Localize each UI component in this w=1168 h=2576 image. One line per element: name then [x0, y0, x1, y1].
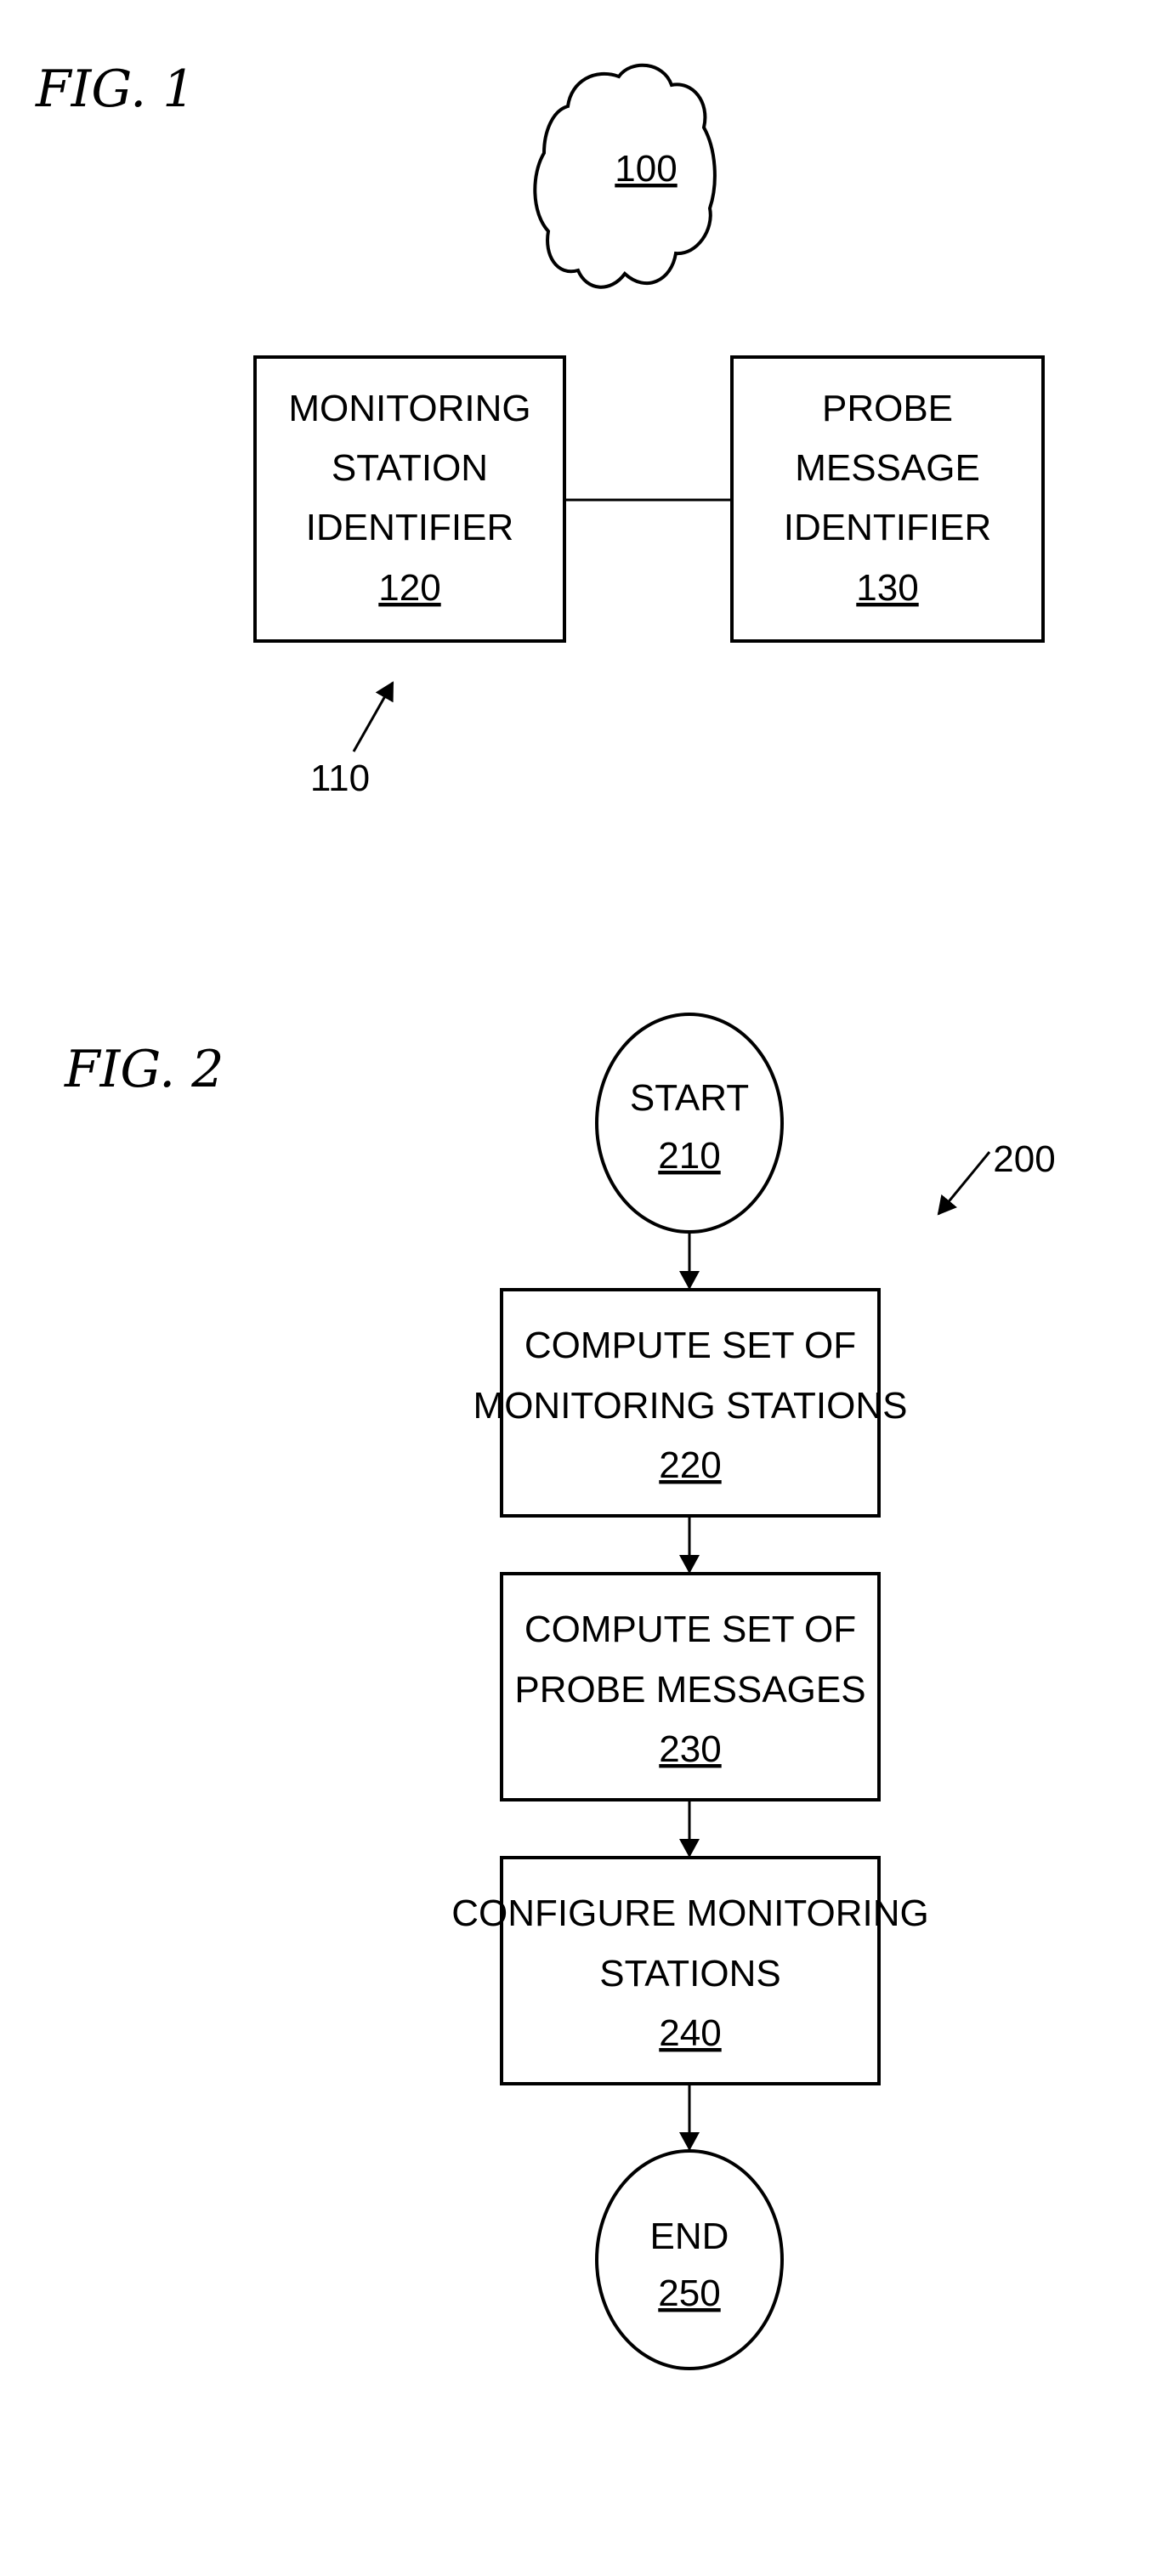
step-240-ref: 240 [659, 2012, 721, 2054]
step-230-line-2: PROBE MESSAGES [514, 1669, 865, 1711]
box-120-line-2: STATION [332, 447, 488, 489]
start-node: START 210 [595, 1013, 784, 1234]
system-ref-label: 110 [310, 757, 370, 799]
start-label: START [630, 1077, 749, 1119]
step-compute-probe-messages: COMPUTE SET OF PROBE MESSAGES 230 [500, 1572, 881, 1801]
patent-drawing: FIG. 1 100 MONITORING STATION IDENTIFIER… [35, 60, 1056, 2370]
step-220-ref: 220 [659, 1444, 721, 1486]
box-120-ref: 120 [378, 567, 440, 609]
monitoring-station-identifier-box: MONITORING STATION IDENTIFIER 120 [253, 355, 566, 643]
fig1-label: FIG. 1 [35, 60, 195, 119]
network-cloud: 100 [533, 63, 717, 289]
system-ref-arrow [352, 681, 394, 752]
fig2-label: FIG. 2 [64, 1040, 224, 1099]
step-240-line-1: CONFIGURE MONITORING [451, 1892, 928, 1934]
box-130-ref: 130 [856, 567, 918, 609]
step-230-line-1: COMPUTE SET OF [524, 1609, 856, 1650]
cloud-ref: 100 [615, 148, 677, 190]
box-130-line-3: IDENTIFIER [784, 507, 991, 548]
step-compute-monitoring-stations: COMPUTE SET OF MONITORING STATIONS 220 [473, 1288, 908, 1518]
step-220-line-2: MONITORING STATIONS [473, 1385, 908, 1427]
flow-ref-arrow [937, 1151, 991, 1216]
end-node: END 250 [595, 2149, 784, 2370]
step-240-line-2: STATIONS [599, 1953, 781, 1994]
probe-message-identifier-box: PROBE MESSAGE IDENTIFIER 130 [730, 355, 1045, 643]
box-120-line-1: MONITORING [288, 388, 530, 429]
box-130-line-2: MESSAGE [795, 447, 980, 489]
step-230-ref: 230 [659, 1728, 721, 1770]
step-220-line-1: COMPUTE SET OF [524, 1325, 856, 1366]
start-ref: 210 [658, 1135, 720, 1177]
end-label: END [650, 2216, 729, 2257]
end-ref: 250 [658, 2272, 720, 2314]
box-130-line-1: PROBE [822, 388, 953, 429]
box-120-line-3: IDENTIFIER [306, 507, 513, 548]
step-configure-monitoring-stations: CONFIGURE MONITORING STATIONS 240 [451, 1856, 929, 2085]
flow-ref-label: 200 [993, 1138, 1055, 1180]
